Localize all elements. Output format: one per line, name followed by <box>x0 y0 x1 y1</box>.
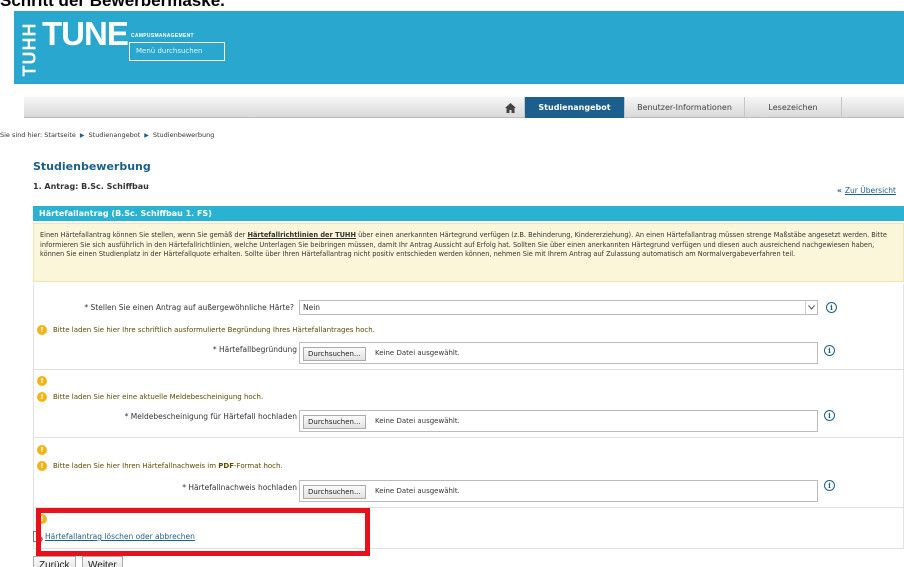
application-subtitle: 1. Antrag: B.Sc. Schiffbau <box>33 182 149 191</box>
warning-icon: ! <box>37 392 47 402</box>
logo-tune[interactable]: TUNE <box>42 15 129 53</box>
delete-application-label: Härtefallantrag löschen oder abbrechen <box>45 532 195 541</box>
file-status: Keine Datei ausgewählt. <box>375 417 460 425</box>
info-box: Einen Härtefallantrag können Sie stellen… <box>33 223 904 282</box>
tab-lesezeichen[interactable]: Lesezeichen <box>744 97 842 118</box>
hardship-select[interactable]: Nein <box>299 300 818 315</box>
browse-button[interactable]: Durchsuchen... <box>303 415 366 429</box>
tab-benutzer-informationen[interactable]: Benutzer-Informationen <box>624 97 744 118</box>
file-upload-proof[interactable]: Durchsuchen... Keine Datei ausgewählt. <box>299 480 818 502</box>
warning-icon: ! <box>37 445 47 455</box>
logo-subtitle: CAMPUSMANAGEMENT <box>131 33 194 39</box>
warning-text-proof-bold: PDF <box>218 462 235 470</box>
info-icon[interactable]: i <box>826 302 837 313</box>
breadcrumb-item-startseite[interactable]: Startseite <box>44 131 76 139</box>
warning-text-proof-pre: Bitte laden Sie hier Ihren Härtefallnach… <box>53 462 219 470</box>
double-chevron-left-icon: « <box>837 186 842 195</box>
logo-tuhh: TUHH <box>19 22 40 77</box>
file-status: Keine Datei ausgewählt. <box>375 487 460 495</box>
divider <box>33 507 904 508</box>
section-heading: Härtefallantrag (B.Sc. Schiffbau 1. FS) <box>33 206 904 221</box>
breadcrumb: Sie sind hier: Startseite ▶ Studienangebot… <box>0 131 214 139</box>
file1-label: * Härtefallbegründung <box>212 345 297 354</box>
hardship-guidelines-link[interactable]: Härtefallrichtlinien der TUHH <box>247 231 356 239</box>
delete-document-icon <box>33 531 43 542</box>
logo-tune-text: TUNE <box>42 15 129 52</box>
info-icon[interactable]: i <box>824 410 835 421</box>
warning-icon: ! <box>37 461 47 471</box>
browse-button[interactable]: Durchsuchen... <box>303 347 366 361</box>
file3-label: * Härtefallnachweis hochladen <box>182 483 297 492</box>
back-to-overview-link[interactable]: «Zur Übersicht <box>837 186 896 195</box>
divider <box>33 369 904 370</box>
warning-text-proof: Bitte laden Sie hier Ihren Härtefallnach… <box>53 462 283 470</box>
warning-text-justification: Bitte laden Sie hier Ihre schriftlich au… <box>53 326 375 334</box>
tab-studienangebot[interactable]: Studienangebot <box>524 97 624 118</box>
warning-icon: ! <box>37 376 47 386</box>
delete-application-link[interactable]: Härtefallantrag löschen oder abbrechen <box>33 531 195 542</box>
breadcrumb-prefix: Sie sind hier: <box>0 131 43 139</box>
info-text-pre: Einen Härtefallantrag können Sie stellen… <box>40 231 248 239</box>
chevron-right-icon: ▶ <box>79 132 85 139</box>
hardship-select-value: Nein <box>303 303 321 312</box>
breadcrumb-item-studienbewerbung: Studienbewerbung <box>152 131 215 139</box>
divider <box>33 437 904 438</box>
warning-text-proof-post: -Format hoch. <box>234 462 283 470</box>
chevron-right-icon: ▶ <box>144 132 149 139</box>
app-header: TUHH TUNE CAMPUSMANAGEMENT Menü durchsuc… <box>14 11 904 84</box>
caption: Schritt der Bewerbermaske. <box>0 0 225 10</box>
chevron-down-icon[interactable] <box>805 301 817 314</box>
warning-icon: ! <box>37 514 47 524</box>
file2-label: * Meldebescheinigung für Härtefall hochl… <box>124 412 297 421</box>
info-icon[interactable]: i <box>824 345 835 356</box>
page-title: Studienbewerbung <box>33 160 151 173</box>
file-status: Keine Datei ausgewählt. <box>375 349 460 357</box>
warning-text-registration: Bitte laden Sie hier eine aktuelle Melde… <box>53 393 264 401</box>
next-button[interactable]: Weiter <box>82 556 123 567</box>
back-button[interactable]: Zurück <box>33 556 76 567</box>
warning-icon: ! <box>37 325 47 335</box>
back-to-overview-label: Zur Übersicht <box>844 186 896 195</box>
info-icon[interactable]: i <box>824 480 835 491</box>
menu-search-input[interactable]: Menü durchsuchen <box>129 42 225 61</box>
browse-button[interactable]: Durchsuchen... <box>303 485 366 499</box>
divider <box>33 548 904 549</box>
file-upload-justification[interactable]: Durchsuchen... Keine Datei ausgewählt. <box>299 342 818 364</box>
main-navbar: Studienangebot Benutzer-Informationen Le… <box>24 97 904 118</box>
file-upload-registration[interactable]: Durchsuchen... Keine Datei ausgewählt. <box>299 410 818 432</box>
home-icon[interactable] <box>497 97 523 118</box>
hardship-question-label: * Stellen Sie einen Antrag auf außergewö… <box>84 303 294 312</box>
breadcrumb-item-studienangebot[interactable]: Studienangebot <box>89 131 141 139</box>
